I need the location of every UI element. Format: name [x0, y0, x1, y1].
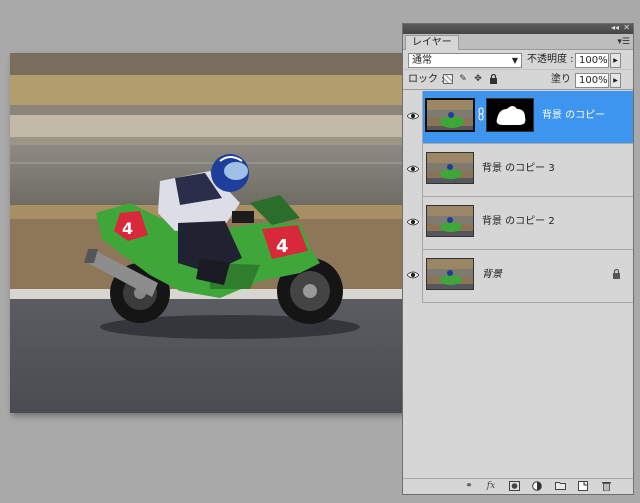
brush-lock-icon[interactable]: ✎ — [458, 74, 468, 84]
blend-mode-select[interactable]: 通常 ▼ — [408, 53, 522, 68]
chevron-down-icon: ▼ — [511, 56, 518, 65]
adjustment-layer-icon[interactable] — [531, 481, 543, 492]
canvas-image: 4 4 — [10, 53, 402, 413]
add-mask-icon[interactable] — [508, 481, 520, 492]
new-group-icon[interactable] — [554, 481, 566, 492]
fill-field[interactable]: 100% — [575, 73, 609, 88]
panel-bottom-toolbar: ⚭ fx — [403, 478, 633, 494]
padlock-icon[interactable] — [488, 73, 498, 84]
layer-thumbnail — [426, 152, 474, 184]
tab-layers[interactable]: レイヤー — [405, 35, 459, 50]
layer-name: 背景 のコピー 3 — [482, 163, 555, 174]
opacity-label: 不透明度 : — [527, 54, 574, 65]
opacity-stepper[interactable]: ▶ — [610, 53, 621, 68]
layer-thumbnail — [426, 258, 474, 290]
fill-label: 塗り : — [551, 74, 578, 85]
number-plate-front: 4 — [276, 236, 289, 257]
eye-icon — [407, 218, 419, 226]
panel-titlebar[interactable]: ◂◂ ✕ — [403, 23, 633, 34]
link-icon[interactable] — [478, 107, 484, 121]
eye-icon — [407, 112, 419, 120]
layer-thumbnail — [426, 205, 474, 237]
fill-stepper[interactable]: ▶ — [610, 73, 621, 88]
lock-label: ロック : — [408, 74, 445, 85]
move-lock-icon[interactable]: ✥ — [473, 74, 483, 84]
layer-thumbnail — [425, 98, 475, 132]
fx-icon[interactable]: fx — [485, 481, 497, 492]
new-layer-icon[interactable] — [577, 481, 589, 492]
panel-menu-icon[interactable]: ▾☰ — [617, 36, 630, 48]
layer-row-background-copy[interactable]: 背景 のコピー — [403, 91, 633, 144]
layer-name: 背景 のコピー — [542, 110, 606, 121]
layer-name: 背景 のコピー 2 — [482, 216, 555, 227]
layer-name: 背景 — [482, 269, 502, 280]
trash-icon[interactable] — [600, 481, 612, 492]
link-layers-icon[interactable]: ⚭ — [463, 481, 475, 492]
lock-fill-row: ロック : ✎ ✥ 塗り : 100% ▶ — [403, 70, 633, 90]
transparency-lock-icon[interactable] — [443, 74, 453, 84]
layer-row-background[interactable]: 背景 — [403, 250, 633, 303]
visibility-toggle[interactable] — [403, 197, 423, 250]
panel-tab-row: レイヤー ▾☰ — [403, 34, 633, 50]
blend-mode-value: 通常 — [412, 55, 432, 66]
layer-row-background-copy-3[interactable]: 背景 のコピー 3 — [403, 144, 633, 197]
close-icon[interactable]: ✕ — [623, 23, 630, 33]
layers-panel: ◂◂ ✕ レイヤー ▾☰ 通常 ▼ 不透明度 : 100% ▶ ロック : ✎ … — [402, 23, 634, 495]
visibility-toggle[interactable] — [403, 91, 423, 144]
collapse-icon[interactable]: ◂◂ — [611, 23, 619, 33]
layer-row-background-copy-2[interactable]: 背景 のコピー 2 — [403, 197, 633, 250]
visibility-toggle[interactable] — [403, 250, 423, 303]
number-plate-rear: 4 — [122, 219, 133, 238]
eye-icon — [407, 165, 419, 173]
opacity-field[interactable]: 100% — [575, 53, 609, 68]
layer-list: 背景 のコピー 背景 のコピー 3 背景 のコピー 2 背景 — [403, 91, 633, 303]
lock-icon — [613, 269, 620, 279]
layer-mask-thumbnail[interactable] — [486, 98, 534, 132]
blend-opacity-row: 通常 ▼ 不透明度 : 100% ▶ — [403, 50, 633, 70]
eye-icon — [407, 271, 419, 279]
visibility-toggle[interactable] — [403, 144, 423, 197]
